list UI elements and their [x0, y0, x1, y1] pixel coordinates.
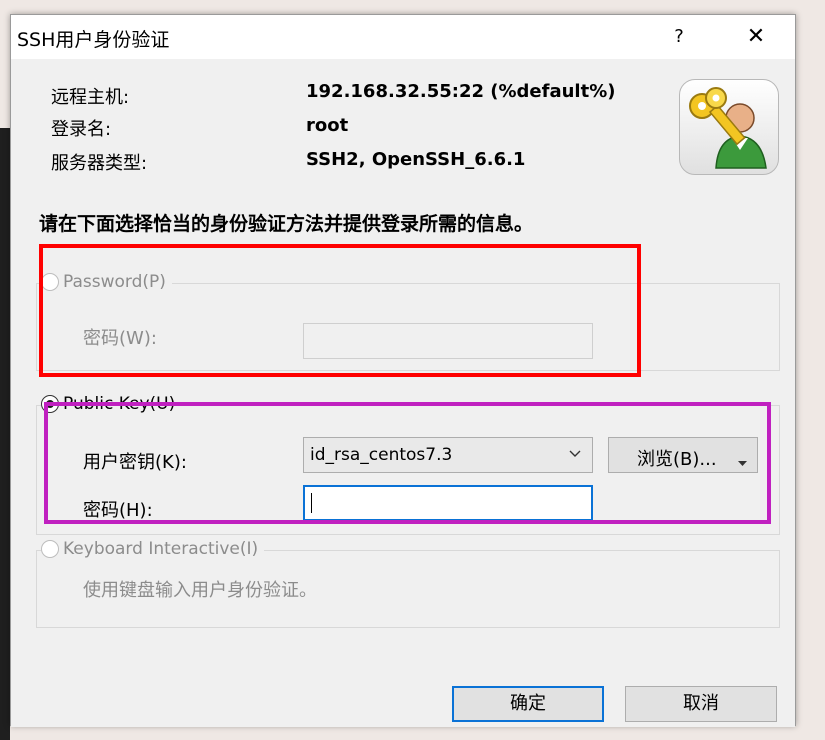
dialog-title: SSH用户身份验证 [17, 29, 170, 51]
background-desktop-edge [795, 128, 825, 740]
close-button[interactable]: ✕ [736, 21, 776, 53]
keyboard-radio[interactable]: Keyboard Interactive(I) [41, 539, 265, 559]
login-value: root [306, 115, 349, 136]
background-window-edge [0, 128, 10, 740]
ok-button[interactable]: 确定 [452, 686, 604, 722]
keyboard-description: 使用键盘输入用户身份验证。 [83, 580, 317, 601]
login-label: 登录名: [51, 119, 112, 140]
magenta-highlight-box [44, 402, 771, 524]
dialog-content: 远程主机: 192.168.32.55:22 (%default%) 登录名: … [11, 59, 795, 727]
keyboard-radio-indicator[interactable] [41, 540, 59, 558]
host-label: 远程主机: [51, 87, 130, 108]
keyboard-radio-label: Keyboard Interactive(I) [63, 539, 259, 559]
red-highlight-box [39, 244, 641, 377]
cancel-button[interactable]: 取消 [625, 686, 777, 722]
instruction-heading: 请在下面选择恰当的身份验证方法并提供登录所需的信息。 [39, 213, 534, 235]
server-type-value: SSH2, OpenSSH_6.6.1 [306, 149, 526, 170]
server-type-label: 服务器类型: [51, 153, 148, 174]
help-button[interactable]: ? [661, 21, 697, 53]
key-user-icon [679, 79, 779, 175]
title-bar[interactable]: SSH用户身份验证 ? ✕ [11, 15, 795, 59]
host-value: 192.168.32.55:22 (%default%) [306, 81, 616, 102]
